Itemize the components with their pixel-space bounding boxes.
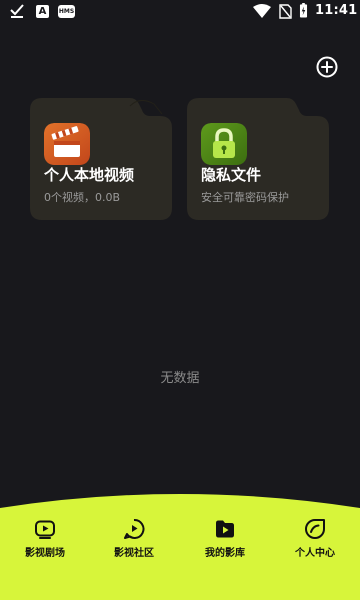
check-icon — [10, 4, 24, 18]
lock-icon — [201, 123, 247, 165]
nav-label: 个人中心 — [295, 548, 335, 559]
status-time: 11:41 — [315, 3, 358, 18]
folder-subtitle: 安全可靠密码保护 — [201, 191, 289, 204]
a-app-icon: A — [36, 5, 49, 18]
nav-label: 影视剧场 — [25, 548, 65, 559]
bottom-nav: 影视剧场 影视社区 我的影库 个人中心 — [0, 494, 360, 600]
folder-title: 隐私文件 — [201, 166, 262, 184]
play-folder-icon — [216, 520, 234, 538]
status-bar: A HMS 11:41 — [0, 0, 360, 24]
battery-charging-icon — [299, 3, 308, 18]
empty-state-text: 无数据 — [160, 371, 200, 386]
profile-leaf-icon — [305, 519, 325, 539]
nav-item-theater[interactable]: 影视剧场 — [10, 518, 80, 568]
private-files-folder[interactable]: 隐私文件 安全可靠密码保护 — [187, 98, 329, 220]
nav-item-my-library[interactable]: 我的影库 — [190, 518, 260, 568]
nav-label: 影视社区 — [114, 548, 154, 559]
clapperboard-icon — [44, 123, 90, 165]
wifi-icon — [253, 4, 271, 18]
my-library-screen: A HMS 11:41 个人本地视频 0个视频，0.0B 隐私文件 安全可靠密码… — [0, 0, 360, 600]
nav-item-community[interactable]: 影视社区 — [99, 518, 169, 568]
hms-icon: HMS — [58, 5, 75, 18]
no-sim-icon — [279, 4, 292, 19]
folder-subtitle: 0个视频，0.0B — [44, 191, 121, 204]
nav-label: 我的影库 — [205, 548, 245, 559]
plus-circle-icon[interactable] — [316, 56, 338, 78]
folder-title: 个人本地视频 — [44, 166, 135, 184]
nav-item-profile[interactable]: 个人中心 — [280, 518, 350, 568]
play-chat-icon — [124, 518, 145, 539]
local-videos-folder[interactable]: 个人本地视频 0个视频，0.0B — [30, 98, 172, 220]
play-screen-icon — [35, 520, 55, 539]
